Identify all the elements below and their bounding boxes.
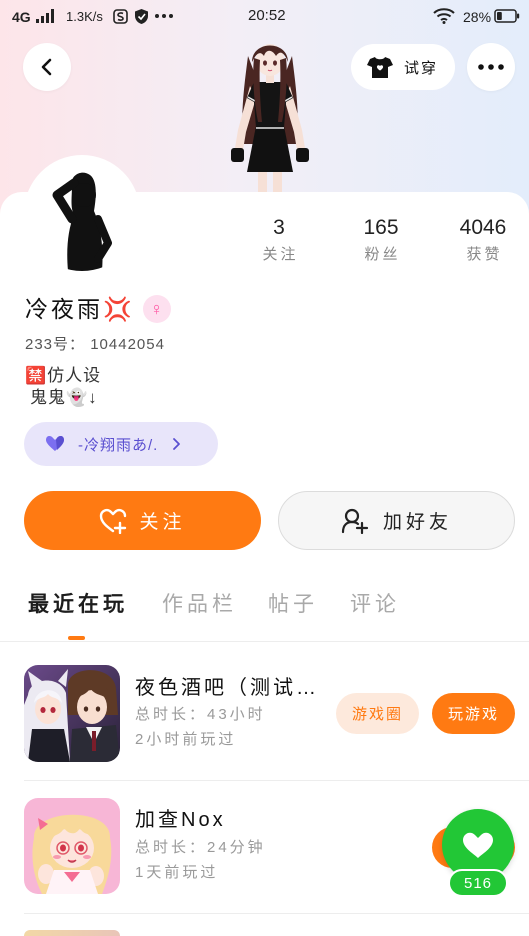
stat-value: 3 (273, 216, 285, 239)
user-name: 冷夜雨💢 (25, 296, 135, 322)
game-cover-image (24, 665, 120, 762)
tab-works[interactable]: 作品栏 (162, 591, 237, 619)
network-speed: 1.3K/s (66, 9, 103, 24)
game-total-time: 总时长：43小时 (135, 706, 266, 723)
avatar[interactable] (24, 155, 140, 271)
avatar-character-model[interactable] (214, 32, 326, 194)
game-title: 加查Nox (135, 809, 226, 831)
status-bar: 4G 1.3K/s 20:52 28% (0, 0, 529, 32)
game-last-played: 2小时前玩过 (135, 731, 237, 748)
game-total-time: 总时长：24分钟 (135, 839, 266, 856)
game-thumbnail[interactable] (24, 798, 120, 894)
silhouette-avatar-image (52, 172, 112, 271)
battery-percent: 28% (463, 9, 492, 25)
list-item[interactable]: 夜色酒吧（测试… 总时长：43小时 2小时前玩过 游戏圈 玩游戏 (0, 665, 529, 765)
shield-icon (135, 9, 148, 24)
heart-icon (463, 832, 493, 858)
signal-icon (36, 9, 54, 23)
game-last-played: 1天前玩过 (135, 864, 219, 881)
user-plus-icon (341, 508, 369, 534)
relationship-tag[interactable]: -冷翔雨あ/. (24, 422, 218, 466)
try-on-button[interactable]: 试穿 (351, 44, 455, 90)
tab-comments[interactable]: 评论 (350, 591, 400, 619)
like-count-badge: 516 (448, 869, 508, 897)
network-type: 4G (12, 9, 31, 25)
wifi-icon (433, 8, 455, 24)
stat-value: 165 (363, 216, 399, 239)
bio-line-1: 🈲仿人设 (25, 366, 102, 385)
tab-recently-played[interactable]: 最近在玩 (28, 591, 128, 619)
app-notification-icon (113, 9, 128, 24)
follow-label: 关注 (139, 512, 186, 533)
more-notifications-icon (155, 14, 173, 18)
stat-following[interactable]: 3 关注 (234, 216, 324, 264)
list-divider (24, 780, 529, 781)
more-icon (478, 64, 504, 70)
game-thumbnail[interactable] (24, 665, 120, 762)
profile-page: 4G 1.3K/s 20:52 28% 试穿 3 关注 165 粉丝 4046 … (0, 0, 529, 936)
stat-likes[interactable]: 4046 获赞 (438, 216, 528, 264)
game-circle-button[interactable]: 游戏圈 (336, 693, 419, 734)
stat-value: 4046 (459, 216, 507, 239)
back-button[interactable] (23, 43, 71, 91)
follow-button[interactable]: 关注 (24, 491, 261, 550)
stat-followers[interactable]: 165 粉丝 (336, 216, 426, 264)
chevron-left-icon (41, 58, 52, 76)
more-button[interactable] (467, 43, 515, 91)
game-thumbnail[interactable] (24, 930, 120, 936)
heart-icon (46, 435, 64, 451)
list-divider (24, 913, 529, 914)
tab-posts[interactable]: 帖子 (268, 591, 318, 619)
try-on-label: 试穿 (404, 59, 439, 77)
clock: 20:52 (248, 7, 286, 24)
tab-divider (0, 641, 529, 642)
stat-label: 粉丝 (364, 246, 401, 263)
game-cover-image (24, 798, 120, 894)
female-gender-icon: ♀ (142, 295, 171, 323)
game-title: 夜色酒吧（测试… (135, 677, 319, 699)
name-row: 冷夜雨💢 ♀ (25, 294, 171, 324)
stat-label: 关注 (262, 246, 299, 263)
chevron-right-icon (173, 438, 181, 450)
heart-plus-icon (100, 508, 127, 534)
bio-line-2: 鬼鬼👻↓ (30, 388, 98, 407)
shirt-icon (367, 57, 393, 78)
battery-fill (497, 12, 502, 20)
relationship-tag-label: -冷翔雨あ/. (78, 436, 159, 454)
play-game-button[interactable]: 玩游戏 (432, 693, 515, 734)
user-id: 233号： 10442054 (25, 336, 165, 353)
add-friend-button[interactable]: 加好友 (278, 491, 515, 550)
add-friend-label: 加好友 (382, 512, 452, 533)
stat-label: 获赞 (466, 246, 503, 263)
active-tab-indicator (68, 636, 85, 640)
battery-icon (494, 9, 520, 23)
